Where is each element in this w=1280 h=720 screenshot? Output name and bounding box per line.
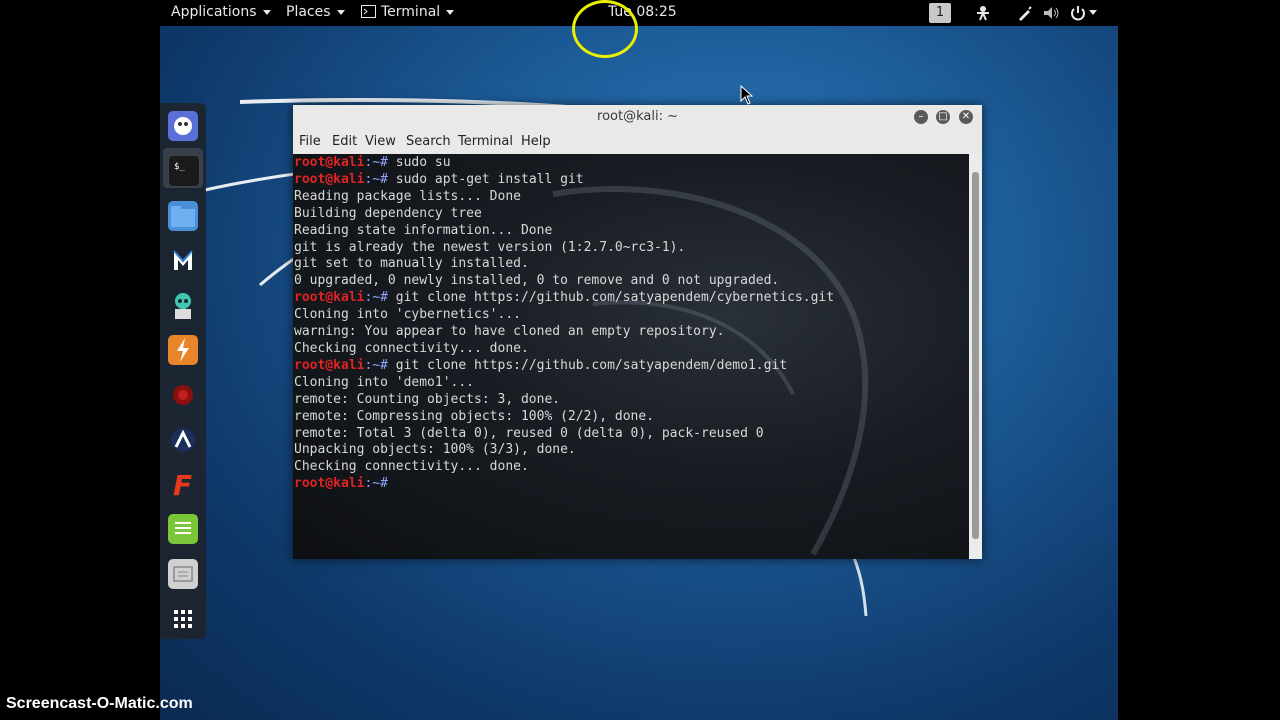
prompt-user: root@kali (294, 476, 365, 492)
menu-help[interactable]: Help (521, 134, 551, 149)
terminal-output: root@kali:~# sudo su root@kali:~# sudo ap… (294, 155, 834, 493)
terminal-icon[interactable]: $_ (168, 155, 200, 187)
terminal-app-menu[interactable]: Terminal (361, 4, 455, 20)
scrollbar[interactable] (969, 154, 982, 559)
maltego-icon[interactable] (168, 425, 198, 455)
dragon-app-icon[interactable] (168, 111, 198, 141)
favorites-dock: $_ F (160, 103, 206, 639)
terminal-content[interactable]: root@kali:~# sudo su root@kali:~# sudo ap… (293, 154, 969, 559)
chevron-down-icon (262, 9, 271, 15)
top-panel: Applications Places Terminal Tue 08:25 1 (160, 0, 1118, 26)
menu-view[interactable]: View (365, 134, 396, 149)
files-icon[interactable] (168, 201, 198, 231)
chevron-down-icon (336, 9, 345, 15)
terminal-command-line: root@kali:~# (294, 476, 834, 493)
svg-text:F: F (173, 469, 192, 499)
window-titlebar[interactable]: root@kali: ~ – □ ✕ (293, 105, 982, 130)
workspace-indicator[interactable]: 1 (929, 3, 951, 23)
accessibility-icon[interactable] (975, 5, 991, 21)
terminal-output-line: Reading package lists... Done (294, 188, 521, 204)
chevron-down-icon[interactable] (1089, 10, 1097, 15)
terminal-output-line: git set to manually installed. (294, 256, 529, 272)
terminal-output-line: Unpacking objects: 100% (3/3), done. (294, 442, 576, 458)
terminal-output-line: Reading state information... Done (294, 222, 553, 238)
volume-icon[interactable] (1043, 5, 1061, 21)
terminal-command-line: root@kali:~# sudo su (294, 155, 834, 172)
terminal-command-line: root@kali:~# git clone https://github.co… (294, 358, 834, 375)
prompt-user: root@kali (294, 155, 365, 170)
prompt-separator: :~# (364, 171, 388, 187)
leafpad-icon[interactable] (168, 514, 198, 544)
terminal-output-line: warning: You appear to have cloned an em… (294, 324, 725, 340)
minimize-button[interactable]: – (914, 110, 928, 124)
power-icon[interactable] (1070, 5, 1086, 21)
menu-file[interactable]: File (299, 134, 321, 149)
window-title: root@kali: ~ (597, 109, 678, 124)
terminal-command-line: root@kali:~# git clone https://github.co… (294, 290, 834, 307)
prompt-user: root@kali (294, 357, 365, 373)
command-text: git clone https://github.com/satyapendem… (387, 357, 788, 373)
cherrytree-icon[interactable] (168, 559, 198, 589)
close-button[interactable]: ✕ (959, 110, 973, 124)
svg-text:$_: $_ (174, 162, 185, 172)
metasploit-icon[interactable] (168, 245, 198, 275)
terminal-output-line: 0 upgraded, 0 newly installed, 0 to remo… (294, 273, 780, 289)
prompt-user: root@kali (294, 171, 365, 187)
places-menu[interactable]: Places (286, 4, 345, 20)
terminal-output-line: remote: Total 3 (delta 0), reused 0 (del… (294, 425, 764, 441)
terminal-output-line: remote: Compressing objects: 100% (2/2),… (294, 408, 655, 424)
terminal-output-line: Cloning into 'cybernetics'... (294, 307, 521, 323)
pen-icon[interactable] (1017, 5, 1033, 21)
faraday-icon[interactable] (168, 380, 198, 410)
menu-edit[interactable]: Edit (332, 134, 357, 149)
menu-search[interactable]: Search (406, 134, 451, 149)
screencast-watermark: Screencast-O-Matic.com (6, 695, 193, 712)
terminal-output-line: Checking connectivity... done. (294, 459, 529, 475)
prompt-separator: :~# (364, 155, 388, 170)
command-text: git clone https://github.com/satyapendem… (387, 290, 835, 306)
command-text: sudo apt-get install git (387, 171, 584, 187)
prompt-user: root@kali (294, 290, 365, 306)
prompt-separator: :~# (364, 290, 388, 306)
click-highlight-circle (572, 0, 638, 58)
scrollbar-thumb[interactable] (972, 172, 979, 539)
menubar: File Edit View Search Terminal Help (293, 130, 982, 155)
terminal-output-line: Checking connectivity... done. (294, 340, 529, 356)
maximize-button[interactable]: □ (936, 110, 950, 124)
prompt-separator: :~# (364, 357, 388, 373)
terminal-window[interactable]: root@kali: ~ – □ ✕ File Edit View Search… (293, 105, 982, 559)
burpsuite-icon[interactable] (168, 335, 198, 365)
prompt-separator: :~# (364, 476, 388, 492)
terminal-output-line: Building dependency tree (294, 205, 482, 221)
beef-icon[interactable]: F (168, 469, 198, 502)
mouse-cursor-icon (740, 85, 754, 105)
armitage-icon[interactable] (168, 290, 198, 320)
desktop: Applications Places Terminal Tue 08:25 1… (160, 0, 1118, 720)
show-apps-icon[interactable] (168, 604, 198, 634)
terminal-output-line: Cloning into 'demo1'... (294, 374, 475, 390)
applications-menu[interactable]: Applications (171, 4, 271, 20)
menu-terminal[interactable]: Terminal (458, 134, 513, 149)
terminal-command-line: root@kali:~# sudo apt-get install git (294, 172, 834, 189)
terminal-output-line: git is already the newest version (1:2.7… (294, 239, 686, 255)
terminal-output-line: remote: Counting objects: 3, done. (294, 391, 561, 407)
terminal-icon (361, 5, 376, 18)
command-text: sudo su (387, 155, 451, 170)
chevron-down-icon (446, 9, 455, 15)
